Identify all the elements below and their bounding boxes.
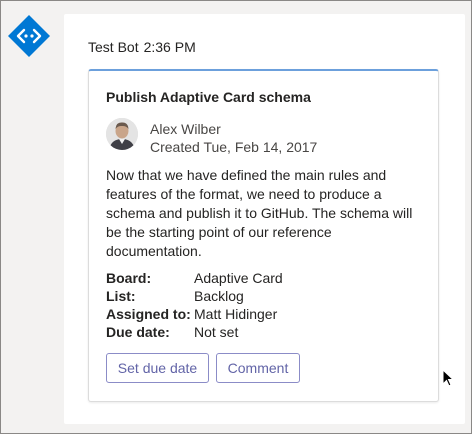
person-photo-icon xyxy=(106,118,138,150)
fact-row-due: Due date: Not set xyxy=(106,323,283,341)
author-name: Alex Wilber xyxy=(150,121,221,137)
bot-avatar-icon[interactable] xyxy=(7,14,51,58)
message-time: 2:36 PM xyxy=(143,39,196,55)
comment-button[interactable]: Comment xyxy=(216,353,300,383)
fact-key: List: xyxy=(106,288,136,304)
fact-value: Not set xyxy=(194,324,239,340)
fact-value: Adaptive Card xyxy=(194,270,283,286)
adaptive-card: Publish Adaptive Card schema Alex Wilber… xyxy=(88,69,439,402)
fact-value: Matt Hidinger xyxy=(194,306,278,322)
mouse-pointer-icon xyxy=(442,369,454,387)
fact-set: Board: Adaptive Card List: Backlog Assig… xyxy=(106,269,283,341)
fact-value: Backlog xyxy=(194,288,244,304)
fact-row-assigned: Assigned to: Matt Hidinger xyxy=(106,305,283,323)
fact-key: Board: xyxy=(106,270,152,286)
card-title: Publish Adaptive Card schema xyxy=(106,89,311,105)
sender-name: Test Bot xyxy=(88,39,139,55)
message-bubble: Test Bot 2:36 PM Publish Adaptive Card sc… xyxy=(64,14,465,424)
fact-row-list: List: Backlog xyxy=(106,287,283,305)
chat-window: Test Bot 2:36 PM Publish Adaptive Card sc… xyxy=(0,0,472,434)
card-description: Now that we have defined the main rules … xyxy=(106,167,413,259)
fact-key: Assigned to: xyxy=(106,306,191,322)
fact-row-board: Board: Adaptive Card xyxy=(106,269,283,287)
created-date: Created Tue, Feb 14, 2017 xyxy=(150,139,318,155)
set-due-date-button[interactable]: Set due date xyxy=(106,353,209,383)
message-header: Test Bot 2:36 PM xyxy=(88,39,201,55)
fact-key: Due date: xyxy=(106,324,170,340)
author-avatar xyxy=(106,118,138,150)
